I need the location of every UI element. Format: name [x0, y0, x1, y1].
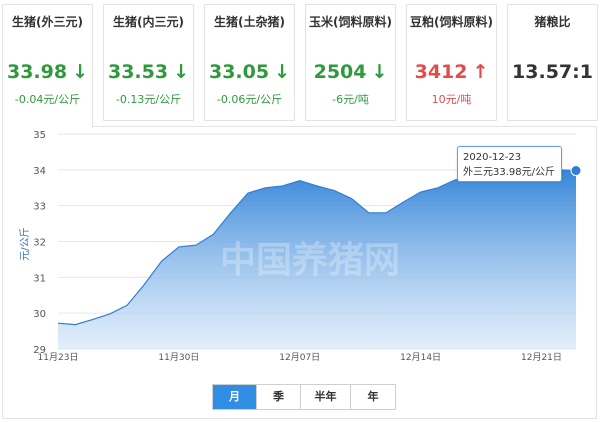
tab-half-year[interactable]: 半年 [301, 385, 351, 409]
y-tick-label: 30 [33, 309, 46, 320]
card-name: 生猪(外三元) [12, 15, 83, 29]
x-tick-label: 12月07日 [279, 352, 320, 363]
tab-quarter[interactable]: 季 [257, 385, 301, 409]
card-pig-outer[interactable]: 生猪(外三元) 33.98 ↓ -0.04元/公斤 [2, 4, 93, 128]
card-change: -0.04元/公斤 [14, 93, 81, 106]
tab-year[interactable]: 年 [351, 385, 395, 409]
y-axis-ticks: 29303132333435 [33, 130, 46, 356]
tab-month[interactable]: 月 [213, 385, 257, 409]
y-tick-label: 32 [33, 238, 46, 249]
tooltip-value: 外三元33.98元/公斤 [463, 167, 555, 178]
y-tick-label: 34 [33, 166, 46, 177]
x-axis-ticks: 11月23日 11月30日 12月07日 12月14日 12月21日 [38, 352, 562, 363]
period-tabs: 月 季 半年 年 [212, 384, 396, 410]
x-tick-label: 12月21日 [521, 352, 562, 363]
x-tick-label: 12月14日 [400, 352, 441, 363]
y-tick-label: 33 [33, 202, 46, 213]
tooltip-date: 2020-12-23 [463, 152, 522, 163]
y-axis-label: 元/公斤 [19, 227, 31, 260]
card-price: 33.98 ↓ [6, 61, 89, 83]
arrow-down-icon: ↓ [72, 61, 89, 83]
watermark: 中国养猪网 [220, 239, 400, 281]
x-tick-label: 11月23日 [38, 352, 79, 363]
y-tick-label: 31 [33, 273, 46, 284]
tooltip: 2020-12-23 外三元33.98元/公斤 [457, 146, 562, 182]
highlight-point[interactable] [570, 165, 582, 177]
y-tick-label: 35 [33, 130, 46, 141]
x-tick-label: 11月30日 [158, 352, 199, 363]
